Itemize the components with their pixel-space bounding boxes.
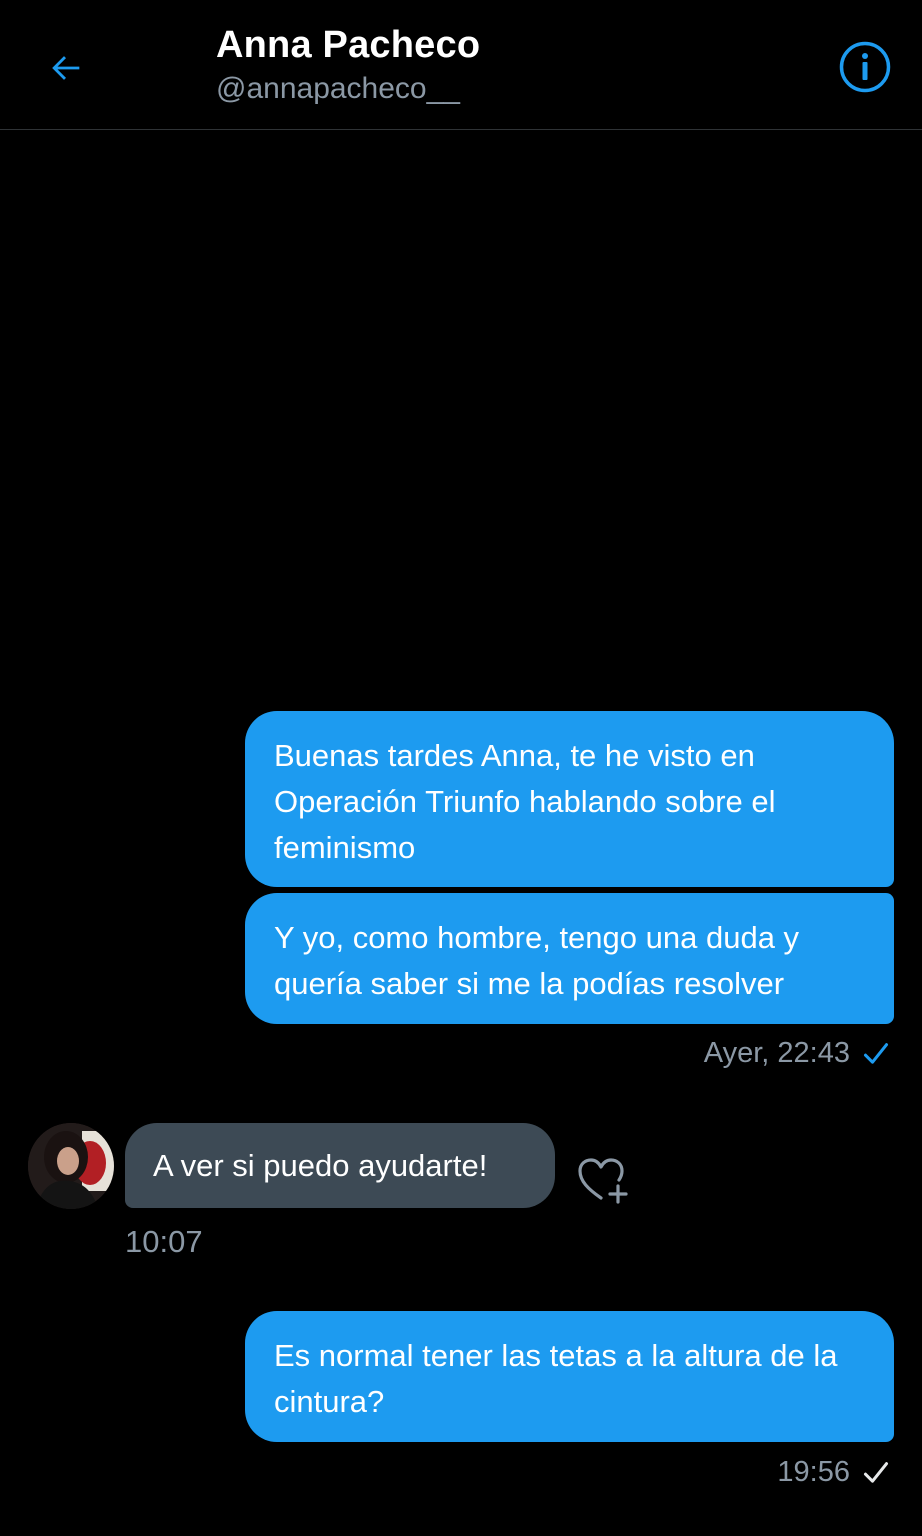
outgoing-message[interactable]: Y yo, como hombre, tengo una duda y quer… (245, 893, 894, 1024)
check-icon (863, 1042, 889, 1064)
message-meta: 19:56 (777, 1456, 890, 1489)
info-icon (839, 41, 891, 93)
avatar-image (28, 1123, 114, 1209)
contact-handle: @annapacheco__ (216, 72, 460, 105)
back-arrow-icon (52, 56, 80, 80)
info-button[interactable] (836, 38, 894, 96)
contact-name: Anna Pacheco (216, 24, 481, 66)
incoming-message[interactable]: A ver si puedo ayudarte! (125, 1123, 555, 1208)
message-timestamp: 19:56 (777, 1456, 850, 1488)
outgoing-message[interactable]: Es normal tener las tetas a la altura de… (245, 1311, 894, 1442)
heart-plus-icon (578, 1158, 628, 1204)
check-icon (863, 1461, 889, 1483)
conversation-header: Anna Pacheco @annapacheco__ (0, 0, 922, 130)
message-meta: Ayer, 22:43 (704, 1037, 890, 1070)
message-timestamp: 10:07 (125, 1224, 203, 1259)
message-timestamp: Ayer, 22:43 (703, 1037, 850, 1069)
contact-avatar[interactable] (28, 1123, 114, 1209)
outgoing-message[interactable]: Buenas tardes Anna, te he visto en Opera… (245, 711, 894, 887)
back-button[interactable] (34, 36, 98, 100)
react-button[interactable] (574, 1152, 634, 1208)
